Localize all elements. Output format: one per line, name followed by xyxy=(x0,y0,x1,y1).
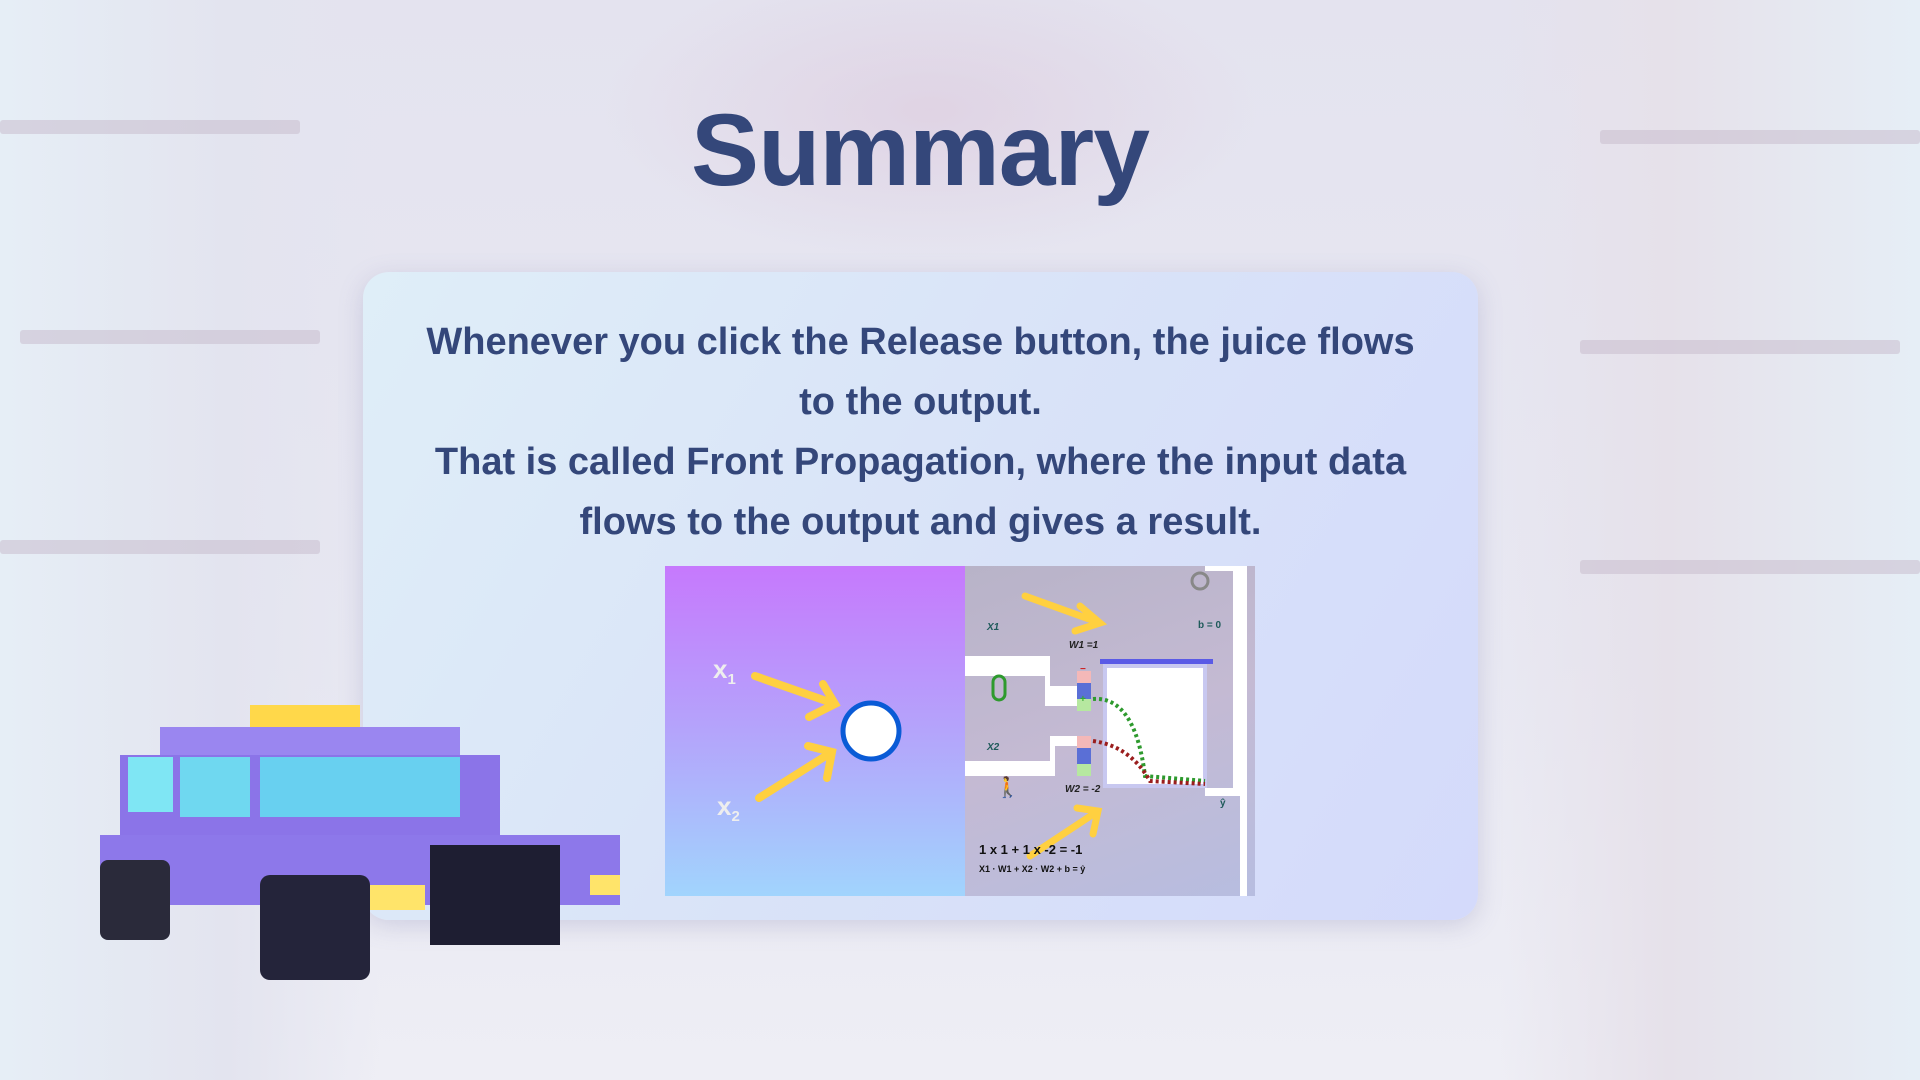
person-icon: 🚶 xyxy=(995,775,1020,799)
w1-label: W1 =1 xyxy=(1069,640,1099,651)
formula: X1 · W1 + X2 · W2 + b = ŷ xyxy=(979,864,1086,874)
increase-w1-button[interactable]: + xyxy=(1080,694,1086,705)
taxi-car-icon xyxy=(100,705,620,980)
w2-label: W2 = -2 xyxy=(1065,784,1101,795)
arrows-icon xyxy=(751,672,902,802)
summary-line: That is called Front Propagation, where … xyxy=(434,441,1407,483)
illustration: x1 x2 🚶 X1 X2 W1 =1 W2 = -2 b = 0 ŷ 1 x … xyxy=(665,566,1255,896)
balcony xyxy=(1580,560,1920,574)
summary-text: Whenever you click the Release button, t… xyxy=(363,312,1478,552)
bias-label: b = 0 xyxy=(1198,620,1222,631)
output-label: ŷ xyxy=(1220,798,1226,809)
summary-line: to the output. xyxy=(799,381,1042,423)
summary-line: Whenever you click the Release button, t… xyxy=(426,321,1415,363)
game-screenshot: 🚶 X1 X2 W1 =1 W2 = -2 b = 0 ŷ 1 x 1 + 1 … xyxy=(965,566,1255,896)
balcony xyxy=(1580,340,1900,354)
balcony xyxy=(0,540,320,554)
neuron-diagram: x1 x2 xyxy=(665,566,965,896)
balcony xyxy=(20,330,320,344)
neuron-icon xyxy=(840,700,902,762)
summary-line: flows to the output and gives a result. xyxy=(579,501,1262,543)
gear-icon xyxy=(1190,571,1210,591)
page-title: Summary xyxy=(691,93,1150,207)
traffic-light-icon xyxy=(991,674,1007,702)
x2-label: X2 xyxy=(987,742,1000,753)
x1-label: X1 xyxy=(987,622,1000,633)
decrease-w1-button[interactable]: − xyxy=(1080,664,1086,675)
equation: 1 x 1 + 1 x -2 = -1 xyxy=(979,842,1083,857)
